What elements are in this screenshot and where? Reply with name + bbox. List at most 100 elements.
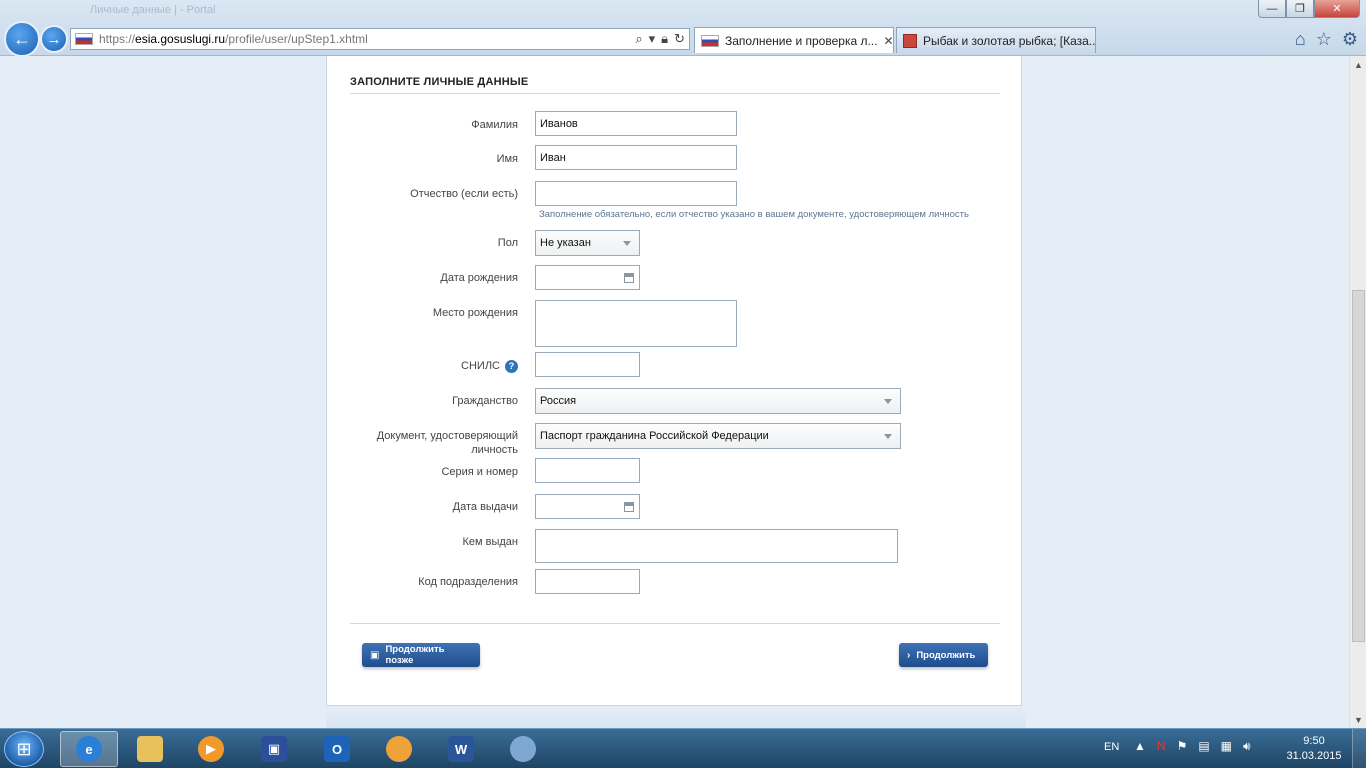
- show-desktop-button[interactable]: [1352, 729, 1366, 768]
- taskbar-paint[interactable]: [494, 731, 552, 767]
- arrow-left-icon: ←: [13, 28, 31, 49]
- volume-icon[interactable]: 🔊︎: [1243, 739, 1251, 754]
- chevron-down-icon: [884, 434, 892, 439]
- scroll-up-icon[interactable]: ▲: [1350, 56, 1366, 73]
- refresh-icon[interactable]: ↻: [674, 31, 685, 47]
- citizenship-select[interactable]: Россия: [535, 388, 901, 414]
- clock-time: 9:50: [1303, 735, 1325, 747]
- scrollbar-thumb[interactable]: [1352, 290, 1365, 642]
- issue-date-input[interactable]: [535, 494, 640, 519]
- divider: [350, 623, 1000, 624]
- surname-label: Фамилия: [471, 119, 518, 131]
- search-icon[interactable]: ⌕: [635, 31, 642, 47]
- url-path: /profile/user/upStep1.xhtml: [225, 32, 368, 46]
- window-controls: — ❐ ✕: [1258, 0, 1360, 18]
- address-bar[interactable]: https://esia.gosuslugi.ru/profile/user/u…: [70, 28, 690, 50]
- division-code-label: Код подразделения: [418, 576, 518, 588]
- close-window-button[interactable]: ✕: [1314, 0, 1360, 18]
- paint-palette-icon: [510, 736, 536, 762]
- taskbar: ⊞ e ▶ ▣ O W EN ▲ N ⚑ ▤ ▦ 🔊︎ 9:50 31.03.2…: [0, 728, 1366, 768]
- flag-icon[interactable]: ⚑: [1177, 739, 1188, 754]
- tab-inactive[interactable]: Рыбак и золотая рыбка; [Каза...: [896, 27, 1096, 53]
- scroll-down-icon[interactable]: ▼: [1350, 711, 1366, 728]
- patronymic-hint: Заполнение обязательно, если отчество ук…: [539, 209, 969, 220]
- start-button[interactable]: ⊞: [4, 731, 44, 767]
- document-value: Паспорт гражданина Российской Федерации: [540, 430, 769, 442]
- series-number-input[interactable]: [535, 458, 640, 483]
- internet-explorer-icon: e: [76, 736, 102, 762]
- continue-label: Продолжить: [916, 649, 976, 661]
- show-hidden-icons-icon[interactable]: ▲: [1134, 739, 1146, 754]
- chevron-down-icon: [884, 399, 892, 404]
- floppy-disk-icon: ▣: [370, 649, 380, 661]
- taskbar-explorer[interactable]: [121, 731, 179, 767]
- taskbar-internet-explorer[interactable]: e: [60, 731, 118, 767]
- network-icon[interactable]: ▦: [1221, 739, 1232, 754]
- close-tab-icon[interactable]: ✕: [877, 34, 893, 48]
- citizenship-label: Гражданство: [452, 395, 518, 407]
- folder-icon: [137, 736, 163, 762]
- calendar-icon[interactable]: [624, 273, 634, 283]
- browser-chrome: Личные данные | - Portal — ❐ ✕ ← → https…: [0, 0, 1366, 57]
- issued-by-label: Кем выдан: [462, 536, 518, 548]
- favorites-star-icon[interactable]: ☆: [1316, 29, 1332, 50]
- dropdown-arrow-icon[interactable]: ▾: [649, 31, 656, 47]
- forward-button[interactable]: →: [40, 25, 68, 53]
- language-indicator[interactable]: EN: [1104, 741, 1119, 753]
- birth-date-label: Дата рождения: [440, 272, 518, 284]
- gender-select[interactable]: Не указан: [535, 230, 640, 256]
- word-icon: W: [448, 736, 474, 762]
- birth-place-textarea[interactable]: [535, 300, 737, 347]
- tab-label: Заполнение и проверка л...: [725, 33, 878, 48]
- back-button[interactable]: ←: [4, 21, 40, 57]
- app-icon: [386, 736, 412, 762]
- taskbar-outlook[interactable]: O: [308, 731, 366, 767]
- address-bar-icons: ⌕ ▾ 🔒︎ ↻: [635, 31, 685, 47]
- birth-date-input[interactable]: [535, 265, 640, 290]
- division-code-input[interactable]: [535, 569, 640, 594]
- taskbar-media-player[interactable]: ▶: [182, 731, 240, 767]
- browser-toolbar-icons: ⌂ ☆ ⚙: [1295, 29, 1358, 50]
- gender-value: Не указан: [540, 237, 591, 249]
- gender-label: Пол: [497, 237, 518, 249]
- taskbar-app-orange[interactable]: [370, 731, 428, 767]
- antivirus-icon[interactable]: N: [1157, 739, 1166, 754]
- snils-label: СНИЛС?: [348, 359, 518, 373]
- patronymic-label: Отчество (если есть): [410, 188, 518, 200]
- lock-icon[interactable]: 🔒︎: [661, 31, 668, 47]
- vertical-scrollbar[interactable]: ▲ ▼: [1349, 56, 1366, 728]
- chevron-down-icon: [623, 241, 631, 246]
- url-prefix: https://: [99, 32, 136, 46]
- clock[interactable]: 9:50 31.03.2015: [1284, 734, 1344, 764]
- device-icon[interactable]: ▤: [1198, 739, 1209, 754]
- calendar-icon[interactable]: [624, 502, 634, 512]
- issue-date-label: Дата выдачи: [452, 501, 518, 513]
- page-background: [326, 706, 1026, 728]
- home-icon[interactable]: ⌂: [1295, 29, 1306, 50]
- name-label: Имя: [496, 153, 518, 165]
- tab-active[interactable]: Заполнение и проверка л... ✕: [694, 27, 894, 53]
- snils-input[interactable]: [535, 352, 640, 377]
- gear-icon[interactable]: ⚙: [1342, 29, 1358, 50]
- document-select[interactable]: Паспорт гражданина Российской Федерации: [535, 423, 901, 449]
- continue-later-button[interactable]: ▣ Продолжить позже: [362, 643, 480, 667]
- snils-label-text: СНИЛС: [461, 360, 500, 372]
- window-title: Личные данные | - Portal: [90, 4, 216, 16]
- name-input[interactable]: Иван: [535, 145, 737, 170]
- surname-input[interactable]: Иванов: [535, 111, 737, 136]
- divider: [350, 93, 1000, 94]
- help-icon[interactable]: ?: [505, 359, 518, 373]
- page-icon: [903, 33, 917, 48]
- taskbar-save-app[interactable]: ▣: [245, 731, 303, 767]
- citizenship-value: Россия: [540, 395, 577, 407]
- restore-button[interactable]: ❐: [1286, 0, 1314, 18]
- document-label: Документ, удостоверяющий личность: [376, 430, 518, 456]
- minimize-button[interactable]: —: [1258, 0, 1286, 18]
- continue-button[interactable]: › Продолжить: [899, 643, 988, 667]
- series-number-label: Серия и номер: [441, 466, 518, 478]
- patronymic-input[interactable]: [535, 181, 737, 206]
- issued-by-textarea[interactable]: [535, 529, 898, 563]
- windows-logo-icon: ⊞: [16, 738, 32, 759]
- url-host: esia.gosuslugi.ru: [135, 32, 226, 46]
- taskbar-word[interactable]: W: [432, 731, 490, 767]
